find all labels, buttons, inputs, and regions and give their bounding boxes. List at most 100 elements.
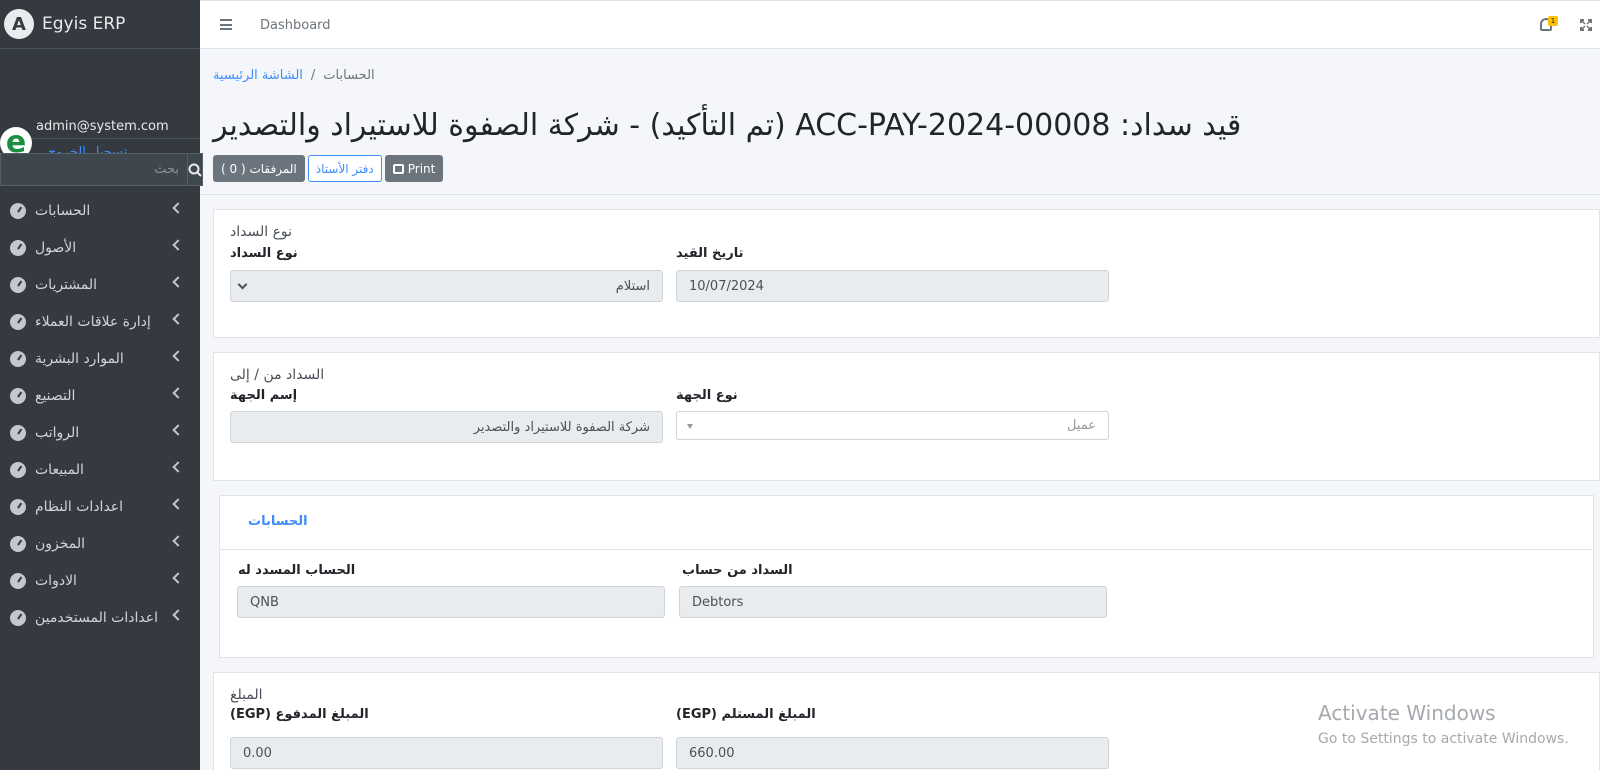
chevron-left-icon [172, 498, 184, 510]
caret-down-icon [687, 424, 693, 429]
payment-type-card: نوع السداد نوع السداد استلام تاريخ القيد… [213, 209, 1600, 338]
app-name: Egyis ERP [42, 14, 126, 34]
field-label: إسم الجهة [230, 388, 298, 403]
notification-badge: 1 [1548, 16, 1558, 26]
chevron-left-icon [172, 572, 184, 584]
sidebar-item-inventory[interactable]: المخزون [0, 525, 200, 562]
attachments-button[interactable]: المرفقات ( 0 ) [213, 155, 305, 182]
search-input[interactable] [0, 153, 187, 186]
field-label: تاريخ القيد [676, 246, 744, 261]
brand-logo-icon: A [4, 9, 34, 39]
chevron-down-icon [237, 279, 248, 290]
chevron-left-icon [172, 387, 184, 399]
dashboard-icon [10, 313, 26, 330]
print-label: Print [407, 161, 436, 176]
section-title: نوع السداد [230, 224, 293, 240]
received-amount-field[interactable]: 660.00 [676, 737, 1109, 769]
dashboard-icon [10, 350, 26, 367]
sidebar-item-accounts[interactable]: الحسابات [0, 192, 200, 229]
party-name-field[interactable]: شركة الصفوة للاستيراد والتصدير [230, 411, 663, 443]
payment-type-select[interactable]: استلام [230, 270, 663, 302]
dashboard-icon [10, 461, 26, 478]
tab-accounts[interactable]: الحسابات [248, 514, 308, 529]
sidebar-item-label: الرواتب [35, 424, 80, 441]
chevron-left-icon [172, 239, 184, 251]
sidebar-item-user-settings[interactable]: اعدادات المستخدمين [0, 599, 200, 636]
sidebar-item-label: إدارة علاقات العملاء [35, 313, 151, 330]
breadcrumb-separator: / [310, 68, 316, 83]
dashboard-icon [10, 239, 26, 256]
brand[interactable]: A Egyis ERP [0, 0, 200, 49]
section-title: المبلغ [230, 687, 263, 703]
chevron-left-icon [172, 202, 184, 214]
windows-watermark-subtitle: Go to Settings to activate Windows. [1318, 731, 1569, 747]
received-amount-value: 660.00 [689, 745, 735, 761]
paid-from-account-value: Debtors [692, 594, 744, 610]
dashboard-icon [10, 202, 26, 219]
sidebar-item-payroll[interactable]: الرواتب [0, 414, 200, 451]
dashboard-icon [10, 387, 26, 404]
breadcrumb-home[interactable]: الشاشة الرئيسية [213, 68, 303, 83]
chevron-left-icon [172, 535, 184, 547]
field-label: نوع الجهة [676, 388, 738, 403]
sidebar-item-assets[interactable]: الأصول [0, 229, 200, 266]
chevron-left-icon [172, 276, 184, 288]
sidebar-item-label: اعدادات المستخدمين [35, 609, 158, 626]
sidebar-item-label: المخزون [35, 535, 86, 552]
field-label: السداد من حساب [682, 563, 793, 578]
paid-from-account-field[interactable]: Debtors [679, 586, 1107, 618]
dashboard-link[interactable]: Dashboard [260, 18, 331, 33]
sidebar-item-label: الادوات [35, 572, 77, 589]
search-button[interactable] [187, 153, 203, 186]
sidebar-item-manufacturing[interactable]: التصنيع [0, 377, 200, 414]
chevron-left-icon [172, 350, 184, 362]
field-label: نوع السداد [230, 246, 298, 261]
attachments-label: المرفقات ( 0 ) [221, 161, 297, 176]
accounts-card: الحسابات الحساب المسدد له QNB السداد من … [219, 495, 1594, 658]
chevron-left-icon [172, 461, 184, 473]
sidebar-item-system-settings[interactable]: اعدادات النظام [0, 488, 200, 525]
page-title: قيد سداد: ACC-PAY-2024-00008 (تم التأكيد… [213, 108, 1242, 143]
ledger-label: دفتر الأستاذ [315, 161, 374, 176]
party-card: السداد من / إلى إسم الجهة شركة الصفوة لل… [213, 352, 1600, 481]
paid-to-account-value: QNB [250, 594, 279, 610]
fullscreen-icon[interactable] [1580, 19, 1592, 31]
chevron-left-icon [172, 609, 184, 621]
sidebar-item-sales[interactable]: المبيعات [0, 451, 200, 488]
sidebar: A Egyis ERP e admin@system.com تسجيل الخ… [0, 0, 203, 770]
dashboard-icon [10, 424, 26, 441]
sidebar-search [0, 153, 203, 186]
dashboard-icon [10, 609, 26, 626]
breadcrumb: الحسابات / الشاشة الرئيسية [213, 68, 375, 83]
top-navbar: Dashboard 1 [200, 0, 1600, 49]
print-button[interactable]: Print [384, 155, 444, 182]
field-label: المبلغ المستلم (EGP) [676, 707, 816, 722]
dashboard-icon [10, 535, 26, 552]
payment-type-value: استلام [615, 278, 650, 294]
user-panel: e admin@system.com تسجيل الخروج [0, 49, 200, 160]
paid-to-account-field[interactable]: QNB [237, 586, 665, 618]
sidebar-item-label: المشتريات [35, 276, 98, 293]
paid-amount-field[interactable]: 0.00 [230, 737, 663, 769]
sidebar-item-crm[interactable]: إدارة علاقات العملاء [0, 303, 200, 340]
field-label: الحساب المسدد له [238, 563, 356, 578]
sidebar-item-purchases[interactable]: المشتريات [0, 266, 200, 303]
sidebar-nav: الحسابات الأصول المشتريات إدارة علاقات ا… [0, 192, 200, 636]
sidebar-item-label: الموارد البشرية [35, 350, 124, 367]
hamburger-menu-icon[interactable] [220, 19, 232, 30]
chevron-left-icon [172, 424, 184, 436]
sidebar-item-label: الأصول [35, 239, 77, 256]
field-label: المبلغ المدفوع (EGP) [230, 707, 369, 722]
user-email: admin@system.com [36, 119, 169, 134]
party-type-value: عميل [1066, 418, 1096, 433]
print-icon [392, 163, 404, 174]
sidebar-item-tools[interactable]: الادوات [0, 562, 200, 599]
paid-amount-value: 0.00 [243, 745, 272, 761]
ledger-button[interactable]: دفتر الأستاذ [307, 155, 382, 182]
windows-watermark-title: Activate Windows [1318, 701, 1496, 725]
party-type-select[interactable]: عميل [676, 411, 1109, 440]
chevron-left-icon [172, 313, 184, 325]
section-title: السداد من / إلى [230, 367, 325, 383]
sidebar-item-hr[interactable]: الموارد البشرية [0, 340, 200, 377]
posting-date-field[interactable]: 10/07/2024 [676, 270, 1109, 302]
